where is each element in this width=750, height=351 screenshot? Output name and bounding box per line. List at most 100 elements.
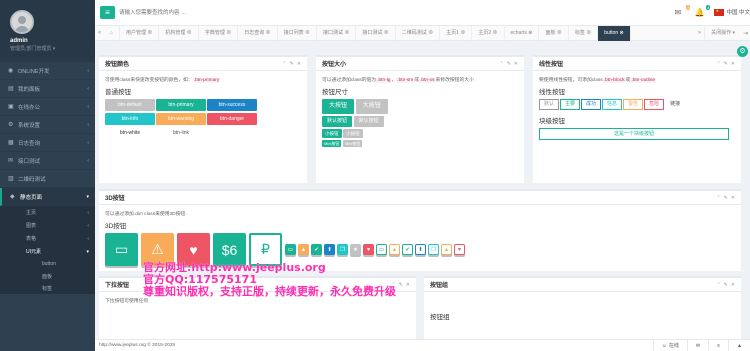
- sidebar-subitem[interactable]: 主页 ‹: [0, 206, 95, 219]
- sidebar-item[interactable]: ▦ 日志查询 ‹: [0, 134, 95, 152]
- color-button[interactable]: btn-white: [105, 127, 155, 139]
- outline-button[interactable]: 链接: [665, 99, 686, 110]
- 3d-button-money-icon[interactable]: ▭: [105, 233, 138, 266]
- outline-button[interactable]: 危险: [644, 99, 665, 110]
- small-default-button[interactable]: 小按钮: [343, 129, 363, 138]
- search-input[interactable]: [119, 6, 299, 19]
- outline-button[interactable]: 信息: [602, 99, 623, 110]
- 3d-small-button-check-icon[interactable]: ✔: [311, 244, 322, 255]
- tab-home[interactable]: ⌂: [104, 25, 121, 41]
- default-default-button[interactable]: 默认按钮: [353, 116, 384, 127]
- 3d-small-button-warning-icon[interactable]: ▲: [298, 244, 309, 255]
- 3d-small-button-copy-icon[interactable]: ❐: [337, 244, 348, 255]
- collapse-icon[interactable]: ⌃: [716, 195, 720, 201]
- language-selector[interactable]: 中国 中文: [714, 8, 750, 16]
- mini-primary-button[interactable]: Mini按钮: [322, 140, 342, 147]
- 3d-small-button-star-icon[interactable]: ★: [350, 244, 361, 255]
- wrench-icon[interactable]: ✎: [724, 61, 728, 67]
- mail-button[interactable]: ✉ 8: [674, 4, 691, 17]
- collapse-icon[interactable]: ⌃: [716, 61, 720, 67]
- sidebar-subitem[interactable]: UI元素 ▾: [0, 245, 95, 258]
- tab-item[interactable]: 用户管理 ⊗: [120, 25, 160, 41]
- wrench-icon[interactable]: ✎: [724, 195, 728, 201]
- tab-item[interactable]: 接口测试 ⊗: [356, 25, 396, 41]
- outline-button[interactable]: 成功: [581, 99, 602, 110]
- close-operations-dropdown[interactable]: 关闭操作 ▾: [704, 25, 741, 41]
- sidebar-item[interactable]: ▤ 我的面板 ‹: [0, 80, 95, 98]
- exit-icon[interactable]: ⇥: [741, 30, 750, 37]
- collapse-icon[interactable]: ⌃: [499, 61, 503, 67]
- sidebar-item[interactable]: ▥ 二维码测试: [0, 170, 95, 188]
- sidebar-item[interactable]: ⚙ 系统设置 ‹: [0, 116, 95, 134]
- wrench-icon[interactable]: ✎: [724, 282, 728, 288]
- tab-item[interactable]: 接口测试 ⊗: [317, 25, 357, 41]
- large-default-button[interactable]: 大按钮: [355, 99, 388, 114]
- 3d-small-button-heart-icon[interactable]: ♥: [363, 244, 374, 255]
- tab-item[interactable]: 字典管理 ⊗: [199, 25, 239, 41]
- wrench-icon[interactable]: ✎: [507, 61, 511, 67]
- 3d-small-button-warning-icon[interactable]: ▲: [389, 244, 400, 255]
- sidebar-item[interactable]: ▣ 在线办公 ‹: [0, 98, 95, 116]
- tab-item[interactable]: 接口列表 ⊗: [278, 25, 317, 41]
- outline-button[interactable]: 警告: [623, 99, 644, 110]
- sidebar-item[interactable]: ◉ ONLINE开发 ‹: [0, 62, 95, 80]
- default-primary-button[interactable]: 默认按钮: [322, 116, 353, 127]
- color-button[interactable]: btn-success: [207, 99, 257, 111]
- tab-item[interactable]: 日志查询 ⊗: [238, 25, 278, 41]
- sidebar-subitem-leaf[interactable]: 面板: [0, 270, 95, 282]
- tab-item[interactable]: button ⊗: [598, 25, 631, 41]
- menu-toggle-button[interactable]: ≡: [100, 6, 115, 19]
- avatar[interactable]: [10, 10, 34, 34]
- sidebar-subitem-leaf[interactable]: button: [0, 258, 95, 270]
- sidebar-subitem-leaf[interactable]: 标签: [0, 282, 95, 294]
- settings-gear-icon[interactable]: ⚙: [737, 46, 748, 57]
- close-icon[interactable]: ✕: [731, 195, 735, 201]
- 3d-small-button-copy-icon[interactable]: ❐: [428, 244, 439, 255]
- sidebar-subitem[interactable]: 图表 ‹: [0, 219, 95, 232]
- color-button[interactable]: btn-danger: [207, 113, 257, 125]
- color-button[interactable]: btn-default: [105, 99, 155, 111]
- bars-button[interactable]: ≡: [708, 339, 728, 351]
- mini-default-button[interactable]: Mini按钮: [343, 140, 363, 147]
- 3d-small-button-check-icon[interactable]: ✔: [402, 244, 413, 255]
- tab-item[interactable]: 标签 ⊗: [569, 25, 599, 41]
- 3d-small-button-heart-icon[interactable]: ♥: [454, 244, 465, 255]
- 3d-small-button-money-icon[interactable]: ▭: [285, 244, 296, 255]
- tabs-left-arrow-icon[interactable]: «: [95, 30, 104, 36]
- chat-button[interactable]: ✉: [686, 339, 708, 351]
- up-button[interactable]: ▲: [728, 339, 750, 351]
- notification-button[interactable]: 🔔 4: [694, 4, 711, 17]
- tab-item[interactable]: 主页1 ⊗: [440, 25, 473, 41]
- collapse-icon[interactable]: ⌃: [716, 282, 720, 288]
- wrench-icon[interactable]: ✎: [290, 61, 294, 67]
- close-icon[interactable]: ✕: [731, 61, 735, 67]
- 3d-small-button-warning-icon[interactable]: ▲: [441, 244, 452, 255]
- large-primary-button[interactable]: 大按钮: [322, 99, 355, 114]
- tab-item[interactable]: 机构管理 ⊗: [159, 25, 199, 41]
- sidebar-item[interactable]: ✉ 接口测试 ‹: [0, 152, 95, 170]
- user-role-dropdown[interactable]: 管理员,部门管理员 ▾: [10, 45, 95, 52]
- collapse-icon[interactable]: ⌃: [282, 61, 286, 67]
- block-button[interactable]: 这是一个块级按钮: [539, 128, 729, 140]
- tab-item[interactable]: echarts ⊗: [505, 25, 540, 41]
- close-icon[interactable]: ✕: [514, 61, 518, 67]
- sidebar-item[interactable]: ◆ 静态页面 ▾: [0, 188, 95, 206]
- sidebar-subitem[interactable]: 表格 ‹: [0, 232, 95, 245]
- tab-item[interactable]: 主页2 ⊗: [472, 25, 505, 41]
- color-button[interactable]: btn-info: [105, 113, 155, 125]
- color-button[interactable]: btn-primary: [156, 99, 206, 111]
- 3d-small-button-money-icon[interactable]: ▭: [376, 244, 387, 255]
- color-button[interactable]: btn-link: [156, 127, 206, 139]
- 3d-small-button-upload-icon[interactable]: ⬆: [415, 244, 426, 255]
- close-icon[interactable]: ✕: [297, 61, 301, 67]
- small-primary-button[interactable]: 小按钮: [322, 129, 342, 138]
- online-status-button[interactable]: ☺ 在线: [652, 339, 687, 351]
- outline-button[interactable]: 默认: [539, 99, 560, 110]
- 3d-small-button-upload-icon[interactable]: ⬆: [324, 244, 335, 255]
- outline-button[interactable]: 主要: [560, 99, 581, 110]
- tabs-right-arrow-icon[interactable]: »: [695, 30, 704, 36]
- tab-item[interactable]: 面板 ⊗: [539, 25, 569, 41]
- tab-item[interactable]: 二维码测试 ⊗: [396, 25, 441, 41]
- close-icon[interactable]: ✕: [731, 282, 735, 288]
- color-button[interactable]: btn-warning: [156, 113, 206, 125]
